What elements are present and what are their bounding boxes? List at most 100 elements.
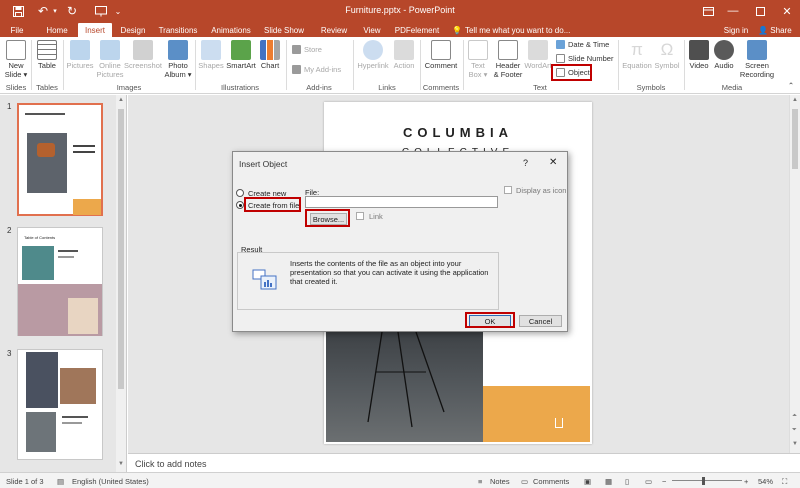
smartart-button[interactable]: SmartArt bbox=[225, 40, 257, 70]
slide-thumbnail-3[interactable] bbox=[17, 349, 103, 460]
pictures-button[interactable]: Pictures bbox=[66, 40, 94, 70]
new-slide-button[interactable]: New Slide ▾ bbox=[3, 40, 29, 79]
tab-insert[interactable]: Insert bbox=[78, 23, 112, 37]
object-button[interactable]: Object bbox=[556, 67, 590, 78]
ribbon-divider bbox=[618, 40, 619, 90]
tab-transitions[interactable]: Transitions bbox=[155, 23, 201, 37]
symbol-button[interactable]: Ω Symbol bbox=[653, 40, 681, 70]
comments-toggle[interactable]: Comments bbox=[533, 477, 569, 486]
group-label-addins: Add-ins bbox=[306, 83, 332, 92]
tab-slide-show[interactable]: Slide Show bbox=[262, 23, 306, 37]
create-new-label[interactable]: Create new bbox=[248, 189, 286, 198]
slide-thumbnail-1[interactable] bbox=[17, 103, 103, 216]
date-time-button[interactable]: Date & Time bbox=[556, 39, 609, 50]
video-button[interactable]: Video bbox=[687, 40, 711, 70]
notes-pane[interactable]: Click to add notes bbox=[128, 453, 800, 472]
fit-slide-icon[interactable]: ⛶ bbox=[782, 477, 787, 487]
scroll-up-icon[interactable]: ▲ bbox=[118, 97, 124, 103]
notes-placeholder: Click to add notes bbox=[135, 459, 207, 469]
spellcheck-icon[interactable]: ▤ bbox=[57, 477, 64, 486]
tab-animations[interactable]: Animations bbox=[208, 23, 254, 37]
tell-me-box[interactable]: 💡 Tell me what you want to do... bbox=[452, 23, 572, 37]
close-icon[interactable]: ✕ bbox=[775, 2, 799, 20]
reading-view-icon[interactable]: ▯ bbox=[625, 477, 629, 486]
dialog-title: Insert Object bbox=[239, 159, 288, 169]
slideshow-view-icon[interactable]: ▭ bbox=[645, 477, 652, 486]
screenshot-icon bbox=[133, 40, 153, 60]
dialog-close-icon[interactable]: ✕ bbox=[549, 157, 557, 168]
zoom-slider-thumb[interactable] bbox=[702, 477, 705, 485]
thumbnail-scrollbar[interactable]: ▲ ▼ bbox=[116, 95, 126, 472]
create-from-file-radio[interactable] bbox=[236, 201, 244, 209]
language-indicator[interactable]: English (United States) bbox=[72, 477, 149, 486]
header-footer-button[interactable]: Header & Footer bbox=[492, 40, 524, 79]
result-box: Inserts the contents of the file as an o… bbox=[237, 252, 499, 310]
chart-button[interactable]: Chart bbox=[258, 40, 282, 70]
scroll-down-icon[interactable]: ▼ bbox=[118, 461, 124, 467]
chair-legs-drawing bbox=[367, 331, 445, 428]
audio-button[interactable]: Audio bbox=[712, 40, 736, 70]
hyperlink-button[interactable]: Hyperlink bbox=[356, 40, 390, 70]
notes-toggle[interactable]: Notes bbox=[490, 477, 510, 486]
maximize-icon[interactable] bbox=[748, 2, 772, 20]
cancel-button[interactable]: Cancel bbox=[519, 315, 562, 327]
screen-recording-button[interactable]: Screen Recording bbox=[737, 40, 777, 79]
next-slide-icon[interactable]: ⏷ bbox=[792, 427, 797, 434]
zoom-in-icon[interactable]: + bbox=[744, 477, 748, 486]
comments-icon[interactable]: ▭ bbox=[521, 477, 528, 486]
action-button[interactable]: Action bbox=[391, 40, 417, 70]
photo-album-button[interactable]: Photo Album ▾ bbox=[164, 40, 192, 79]
display-as-icon-label[interactable]: Display as icon bbox=[516, 186, 566, 195]
tab-file[interactable]: File bbox=[2, 23, 32, 37]
group-label-images: Images bbox=[116, 83, 142, 92]
tab-review[interactable]: Review bbox=[316, 23, 352, 37]
scroll-thumb[interactable] bbox=[792, 109, 798, 169]
scroll-thumb[interactable] bbox=[118, 109, 124, 389]
zoom-out-icon[interactable]: − bbox=[662, 477, 666, 486]
store-icon bbox=[292, 45, 301, 54]
zoom-level[interactable]: 54% bbox=[758, 477, 773, 486]
tab-view[interactable]: View bbox=[358, 23, 386, 37]
new-slide-icon bbox=[6, 40, 26, 60]
previous-slide-icon[interactable]: ⏶ bbox=[792, 413, 797, 420]
create-new-radio[interactable] bbox=[236, 189, 244, 197]
text-box-button[interactable]: Text Box ▾ bbox=[465, 40, 491, 79]
store-button[interactable]: Store bbox=[292, 44, 322, 55]
slide-sorter-icon[interactable]: ▦ bbox=[605, 477, 612, 486]
minimize-icon[interactable]: — bbox=[721, 2, 745, 20]
tab-design[interactable]: Design bbox=[116, 23, 150, 37]
link-checkbox[interactable] bbox=[356, 212, 364, 220]
file-path-input[interactable] bbox=[305, 196, 498, 208]
screenshot-button[interactable]: Screenshot bbox=[124, 40, 162, 70]
browse-button[interactable]: Browse... bbox=[310, 213, 347, 225]
thumb-dark-panel bbox=[26, 352, 58, 408]
help-icon[interactable]: ? bbox=[523, 158, 528, 168]
thumb-chair-seat bbox=[37, 143, 55, 157]
thumbnail-number: 2 bbox=[7, 226, 12, 235]
canvas-scrollbar[interactable]: ▲ ⏶ ⏷ ▼ bbox=[789, 95, 800, 453]
normal-view-icon[interactable]: ▣ bbox=[584, 477, 591, 486]
zoom-slider[interactable] bbox=[672, 480, 742, 481]
slide-thumbnail-2[interactable]: Table of Contents bbox=[17, 227, 103, 336]
my-addins-button[interactable]: My Add-ins bbox=[292, 64, 341, 75]
ribbon-display-icon[interactable] bbox=[696, 2, 720, 20]
notes-icon[interactable]: ≡ bbox=[478, 477, 482, 486]
comment-button[interactable]: Comment bbox=[423, 40, 459, 70]
equation-button[interactable]: π Equation bbox=[621, 40, 653, 70]
scroll-down-icon[interactable]: ▼ bbox=[792, 441, 798, 447]
wordart-button[interactable]: WordArt bbox=[524, 40, 552, 70]
create-from-file-label[interactable]: Create from file bbox=[248, 201, 299, 210]
link-label[interactable]: Link bbox=[369, 212, 383, 221]
online-pictures-button[interactable]: Online Pictures bbox=[96, 40, 124, 79]
tab-home[interactable]: Home bbox=[41, 23, 73, 37]
share-button[interactable]: 👤 Share bbox=[756, 23, 794, 37]
shapes-button[interactable]: Shapes bbox=[198, 40, 224, 70]
table-button[interactable]: Table bbox=[34, 40, 60, 70]
collapse-ribbon-icon[interactable]: ⌃ bbox=[786, 81, 796, 90]
display-as-icon-checkbox[interactable] bbox=[504, 186, 512, 194]
tab-pdfelement[interactable]: PDFelement bbox=[393, 23, 441, 37]
sign-in-link[interactable]: Sign in bbox=[722, 23, 750, 37]
ok-button[interactable]: OK bbox=[469, 315, 511, 327]
scroll-up-icon[interactable]: ▲ bbox=[792, 97, 798, 103]
slide-number-button[interactable]: Slide Number bbox=[556, 53, 613, 64]
